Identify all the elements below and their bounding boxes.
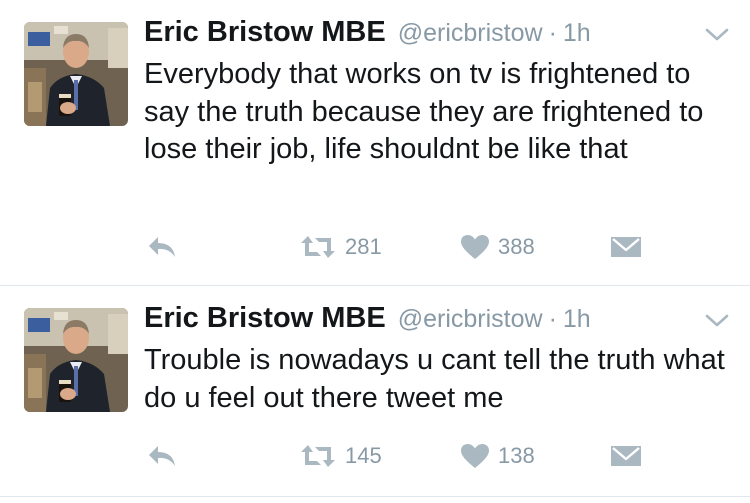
avatar[interactable]	[24, 22, 128, 126]
username[interactable]: @ericbristow	[398, 19, 543, 48]
display-name[interactable]: Eric Bristow MBE	[144, 302, 386, 335]
envelope-icon	[611, 237, 641, 257]
reply-icon	[149, 446, 175, 466]
tweet-divider	[0, 496, 750, 497]
direct-message-button[interactable]	[610, 230, 642, 264]
tweet-actions: 145 138	[0, 439, 750, 473]
tweet-text: Everybody that works on tv is frightened…	[144, 58, 704, 165]
separator-dot: ·	[548, 305, 557, 333]
retweet-button[interactable]: 281	[299, 230, 382, 264]
tweet-header: Eric Bristow MBE @ericbristow · 1h	[144, 16, 591, 56]
display-name[interactable]: Eric Bristow MBE	[144, 16, 386, 49]
tweet[interactable]: Eric Bristow MBE @ericbristow · 1h Every…	[0, 0, 750, 285]
retweet-icon	[301, 236, 335, 258]
reply-button[interactable]	[147, 439, 177, 473]
tweet-text: Trouble is nowadays u cant tell the trut…	[144, 344, 725, 414]
like-button[interactable]: 138	[460, 439, 535, 473]
chevron-down-icon[interactable]	[704, 26, 730, 44]
direct-message-button[interactable]	[610, 439, 642, 473]
tweet-header: Eric Bristow MBE @ericbristow · 1h	[144, 302, 591, 342]
retweet-button[interactable]: 145	[299, 439, 382, 473]
tweet[interactable]: Eric Bristow MBE @ericbristow · 1h Troub…	[0, 286, 750, 503]
like-count: 388	[498, 234, 535, 259]
retweet-icon	[301, 445, 335, 467]
timestamp[interactable]: 1h	[563, 19, 591, 48]
heart-icon	[461, 235, 489, 259]
username[interactable]: @ericbristow	[398, 305, 543, 334]
heart-icon	[461, 444, 489, 468]
tweet-actions: 281 388	[0, 230, 750, 264]
reply-icon	[149, 237, 175, 257]
retweet-count: 145	[345, 443, 382, 468]
separator-dot: ·	[548, 19, 557, 47]
avatar[interactable]	[24, 308, 128, 412]
chevron-down-icon[interactable]	[704, 312, 730, 330]
retweet-count: 281	[345, 234, 382, 259]
timestamp[interactable]: 1h	[563, 305, 591, 334]
like-button[interactable]: 388	[460, 230, 535, 264]
reply-button[interactable]	[147, 230, 177, 264]
envelope-icon	[611, 446, 641, 466]
like-count: 138	[498, 443, 535, 468]
